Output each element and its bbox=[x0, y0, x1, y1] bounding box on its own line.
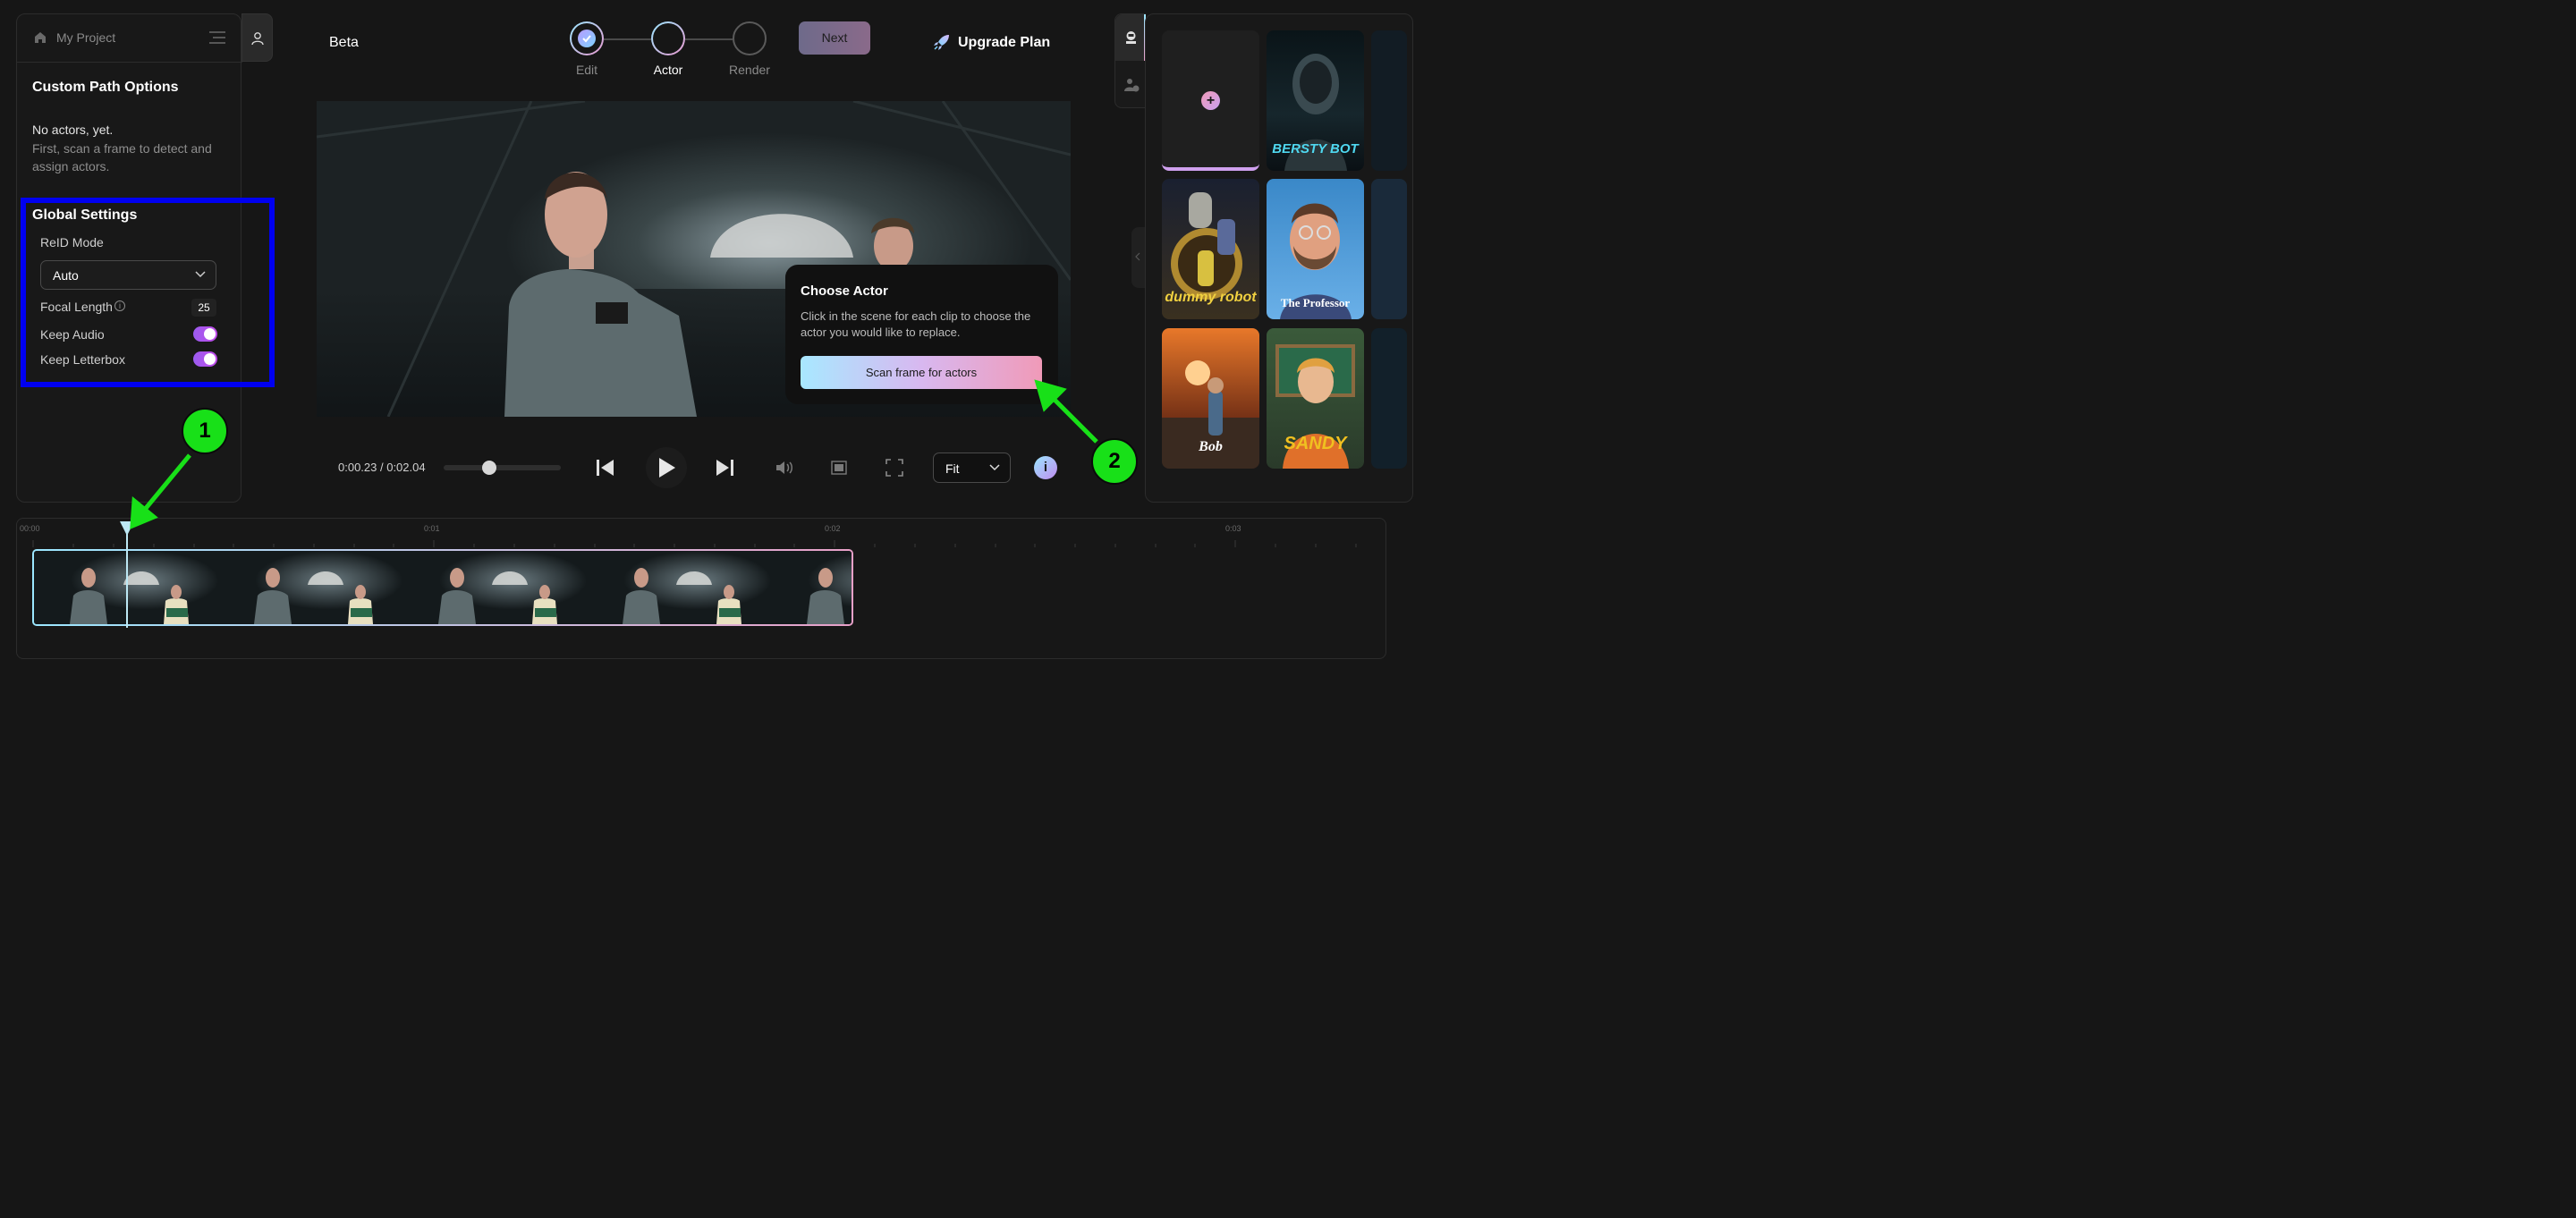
callout-badge-1: 1 bbox=[182, 408, 228, 454]
callout-badge-2: 2 bbox=[1091, 438, 1138, 485]
annotation-arrows bbox=[130, 379, 1098, 529]
